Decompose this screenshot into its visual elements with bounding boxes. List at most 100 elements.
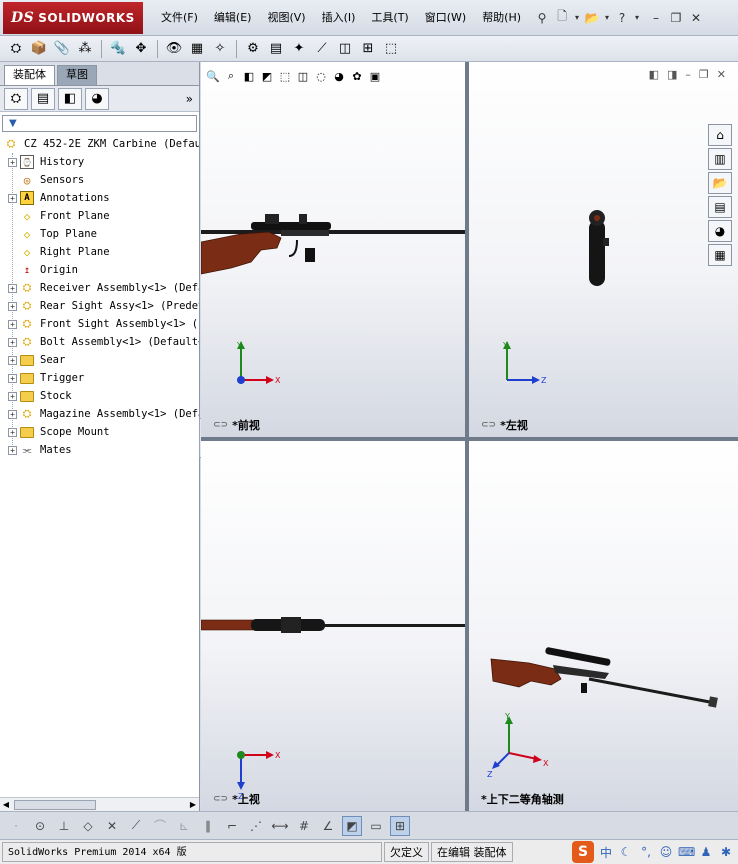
- design-library-icon[interactable]: ▥: [708, 148, 732, 170]
- tab-sketch[interactable]: 草图: [57, 65, 97, 85]
- expand-icon[interactable]: +: [8, 193, 17, 203]
- new-dropdown-icon[interactable]: ▾: [573, 13, 581, 22]
- open-folder-icon[interactable]: 📂: [583, 9, 601, 27]
- tree-horizontal-scrollbar[interactable]: ◀ ▶: [0, 797, 199, 811]
- menu-help[interactable]: 帮助(H): [474, 0, 529, 36]
- move-component-icon[interactable]: ✥: [131, 39, 151, 59]
- viewport-left[interactable]: ◧ ◨ – ❐ ✕ Y Z ⊂⊃ *左视: [469, 62, 738, 437]
- tangent-icon[interactable]: ⌒: [150, 816, 170, 836]
- pin-icon[interactable]: ⚲: [533, 9, 551, 27]
- expand-icon[interactable]: +: [8, 409, 17, 419]
- tree-item-front-sight-assembly[interactable]: + ⛭ Front Sight Assembly<1> (I: [0, 315, 199, 333]
- clearance-verification-icon[interactable]: ⊞: [358, 39, 378, 59]
- four-view-icon[interactable]: ⊞: [390, 815, 410, 836]
- tree-item-scope-mount[interactable]: + Scope Mount: [0, 423, 199, 441]
- grid-icon[interactable]: #: [294, 816, 314, 836]
- help-icon[interactable]: ?: [613, 9, 631, 27]
- file-explorer-icon[interactable]: 📂: [708, 172, 732, 194]
- point-icon[interactable]: ·: [6, 816, 26, 836]
- tree-item-trigger[interactable]: + Trigger: [0, 369, 199, 387]
- display-manager-icon[interactable]: ◕: [85, 87, 109, 110]
- tree-item-front-plane[interactable]: ◇ Front Plane: [0, 207, 199, 225]
- restore-icon[interactable]: ❐: [667, 11, 685, 25]
- home-icon[interactable]: ⌂: [708, 124, 732, 146]
- expand-icon[interactable]: +: [8, 283, 17, 293]
- bill-of-materials-icon[interactable]: ▤: [266, 39, 286, 59]
- horizontal-vertical-icon[interactable]: ⌐: [222, 816, 242, 836]
- viewport-top[interactable]: X Z ⊂⊃ *上视: [201, 441, 465, 811]
- edit-component-icon[interactable]: ⛭: [6, 39, 26, 59]
- property-manager-icon[interactable]: ▤: [31, 87, 55, 110]
- punctuation-icon[interactable]: °,: [638, 845, 654, 859]
- tree-item-sear[interactable]: + Sear: [0, 351, 199, 369]
- nearest-icon[interactable]: ⟋: [126, 816, 146, 836]
- link-views-icon[interactable]: ⊂⊃: [213, 420, 228, 430]
- scroll-right-icon[interactable]: ▶: [187, 798, 199, 812]
- tree-item-rear-sight-assy[interactable]: + ⛭ Rear Sight Assy<1> (Predet: [0, 297, 199, 315]
- keyboard-icon[interactable]: ⌨: [678, 845, 695, 859]
- expand-icon[interactable]: +: [8, 355, 17, 365]
- length-icon[interactable]: ⟷: [270, 816, 290, 836]
- tab-assembly[interactable]: 装配体: [4, 65, 55, 85]
- window-icon[interactable]: ▭: [366, 816, 386, 836]
- link-views-icon[interactable]: ⊂⊃: [481, 420, 496, 430]
- tree-item-history[interactable]: + ⌚ History: [0, 153, 199, 171]
- more-tabs-icon[interactable]: »: [186, 92, 193, 106]
- tree-item-mates[interactable]: + ⫘ Mates: [0, 441, 199, 459]
- custom-properties-icon[interactable]: ▦: [708, 244, 732, 266]
- feature-manager-tree-icon[interactable]: ⛭: [4, 87, 28, 110]
- tree-item-sensors[interactable]: ◎ Sensors: [0, 171, 199, 189]
- menu-tools[interactable]: 工具(T): [363, 0, 416, 36]
- perpendicular-icon[interactable]: ⊾: [174, 816, 194, 836]
- reference-geometry-icon[interactable]: ✧: [210, 39, 230, 59]
- mate-icon[interactable]: 📎: [52, 39, 72, 59]
- horizontal-points-icon[interactable]: ⋰: [246, 816, 266, 836]
- angle-icon[interactable]: ∠: [318, 816, 338, 836]
- menu-insert[interactable]: 插入(I): [314, 0, 364, 36]
- sogou-ime-icon[interactable]: S: [572, 841, 594, 863]
- viewport-front[interactable]: 🔍 ⌕ ◧ ◩ ⬚ ◫ ◌ ◕ ✿ ▣ Y X ⊂⊃ *前视: [201, 62, 465, 437]
- intersection-icon[interactable]: ✕: [102, 816, 122, 836]
- viewport-dimetric[interactable]: Y X Z *上下二等角轴测: [469, 441, 738, 811]
- quadrant-icon[interactable]: ◇: [78, 816, 98, 836]
- menu-view[interactable]: 视图(V): [259, 0, 313, 36]
- insert-components-icon[interactable]: 📦: [29, 39, 49, 59]
- minimize-icon[interactable]: –: [647, 11, 665, 25]
- expand-icon[interactable]: +: [8, 445, 17, 455]
- moon-icon[interactable]: ☾: [618, 845, 634, 859]
- menu-window[interactable]: 窗口(W): [417, 0, 474, 36]
- link-views-icon[interactable]: ⊂⊃: [213, 794, 228, 804]
- tree-item-annotations[interactable]: + A Annotations: [0, 189, 199, 207]
- open-dropdown-icon[interactable]: ▾: [603, 13, 611, 22]
- expand-icon[interactable]: +: [8, 337, 17, 347]
- midpoint-icon[interactable]: ⊥: [54, 816, 74, 836]
- user-icon[interactable]: ♟: [698, 845, 714, 859]
- help-dropdown-icon[interactable]: ▾: [633, 13, 641, 22]
- expand-icon[interactable]: +: [8, 157, 17, 167]
- tree-item-stock[interactable]: + Stock: [0, 387, 199, 405]
- tree-item-right-plane[interactable]: ◇ Right Plane: [0, 243, 199, 261]
- solidworks-logo[interactable]: DS SOLIDWORKS: [3, 1, 143, 34]
- linear-pattern-icon[interactable]: ⁂: [75, 39, 95, 59]
- expand-icon[interactable]: +: [8, 373, 17, 383]
- menu-edit[interactable]: 编辑(E): [206, 0, 260, 36]
- interference-detection-icon[interactable]: ◫: [335, 39, 355, 59]
- show-hidden-icon[interactable]: 👁: [164, 39, 184, 59]
- appearances-icon[interactable]: ◕: [708, 220, 732, 242]
- tree-item-bolt-assembly[interactable]: + ⛭ Bolt Assembly<1> (Default<: [0, 333, 199, 351]
- tree-item-receiver-assembly[interactable]: + ⛭ Receiver Assembly<1> (Defa: [0, 279, 199, 297]
- close-icon[interactable]: ✕: [687, 11, 705, 25]
- ime-mode[interactable]: 中: [598, 844, 614, 861]
- assembly-features-icon[interactable]: ▦: [187, 39, 207, 59]
- emoji-icon[interactable]: ☺: [658, 845, 674, 859]
- tree-item-origin[interactable]: ↥ Origin: [0, 261, 199, 279]
- view-palette-icon[interactable]: ▤: [708, 196, 732, 218]
- scroll-left-icon[interactable]: ◀: [0, 798, 12, 812]
- expand-icon[interactable]: +: [8, 391, 17, 401]
- new-document-icon[interactable]: 🗋: [553, 9, 571, 27]
- shaded-icon[interactable]: ◩: [342, 815, 362, 836]
- menu-file[interactable]: 文件(F): [153, 0, 206, 36]
- instant3d-icon[interactable]: ⬚: [381, 39, 401, 59]
- center-icon[interactable]: ⊙: [30, 816, 50, 836]
- tree-item-magazine-assembly[interactable]: + ⛭ Magazine Assembly<1> (Defa: [0, 405, 199, 423]
